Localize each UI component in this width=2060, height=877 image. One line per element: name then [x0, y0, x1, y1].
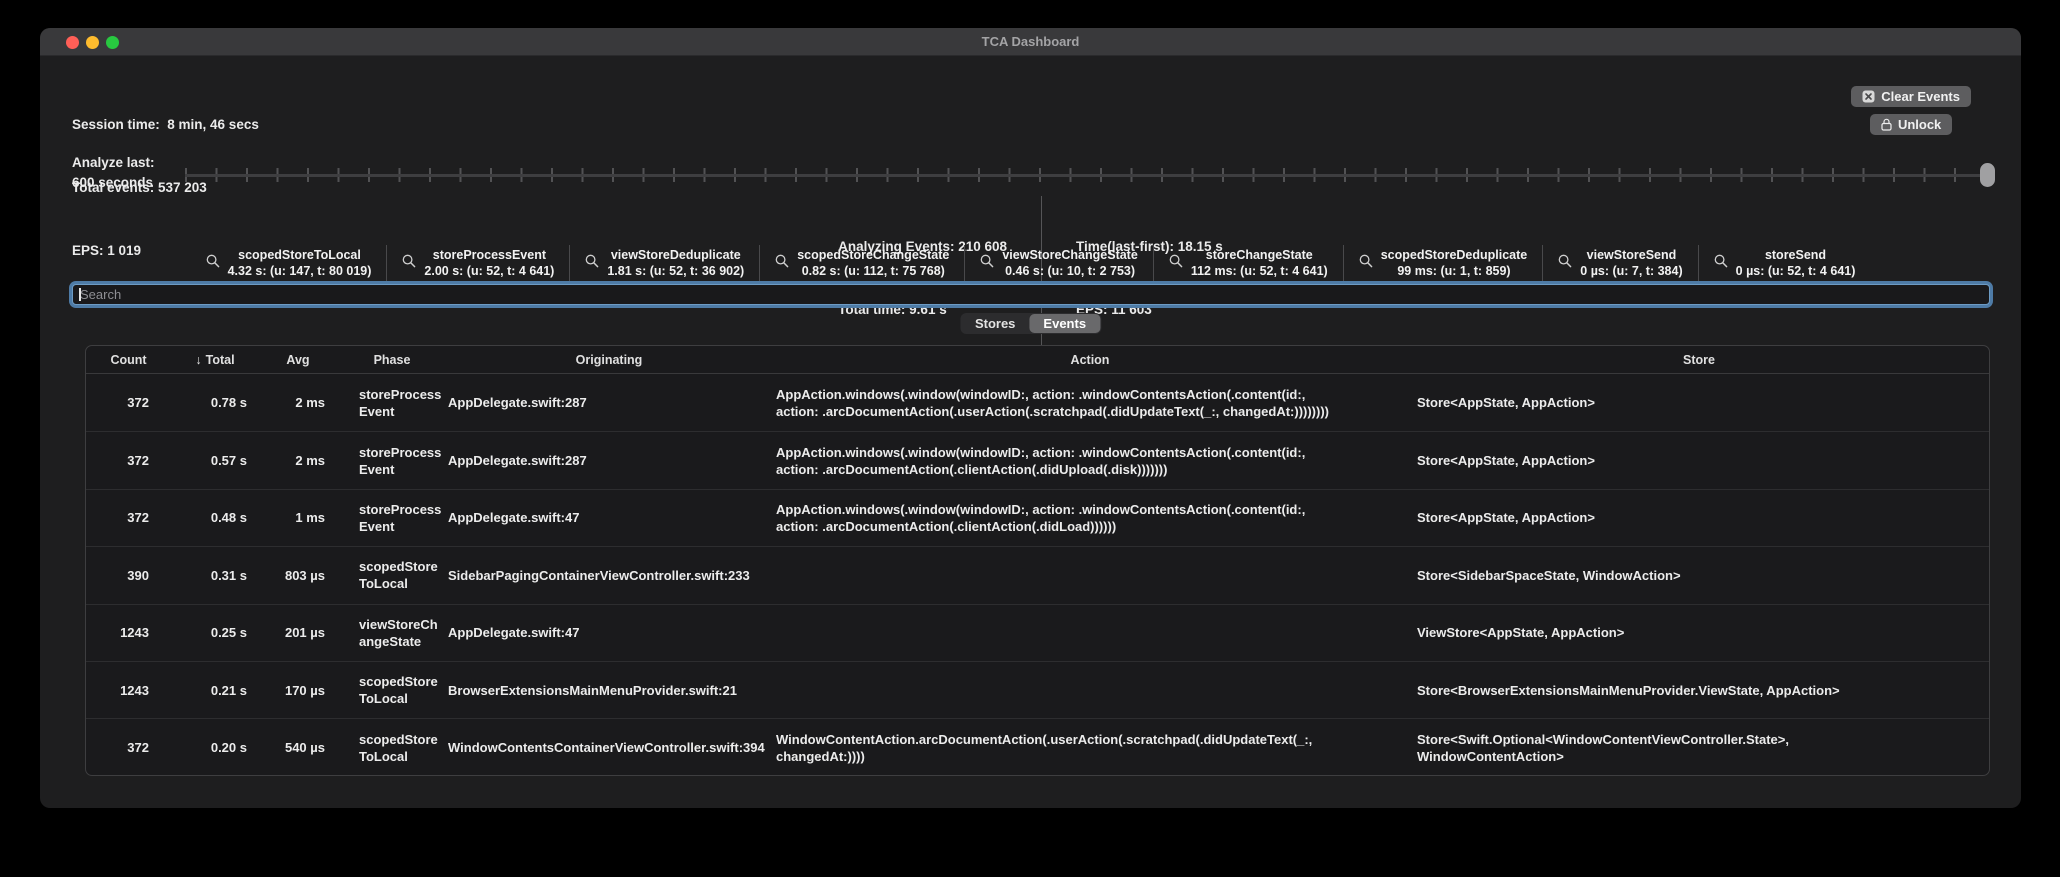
col-originating[interactable]: Originating: [447, 346, 771, 373]
events-table: Count ↓ Total Avg Phase Originating Acti…: [85, 345, 1990, 776]
search-icon: [1169, 254, 1183, 273]
search-icon: [980, 254, 994, 273]
col-action[interactable]: Action: [771, 346, 1409, 373]
table-row[interactable]: 372 0.20 s 540 µs scopedStore ToLocal Wi…: [86, 718, 1989, 775]
col-total[interactable]: ↓ Total: [171, 346, 259, 373]
metric-scopedStoreChangeState[interactable]: scopedStoreChangeState0.82 s: (u: 112, t…: [759, 245, 964, 281]
search-icon: [206, 254, 220, 273]
search-icon: [1359, 254, 1373, 273]
clear-icon: [1862, 90, 1875, 103]
close-button[interactable]: [66, 36, 79, 49]
lock-icon: [1881, 118, 1892, 131]
table-row[interactable]: 390 0.31 s 803 µs scopedStore ToLocal Si…: [86, 546, 1989, 603]
col-count[interactable]: Count: [86, 346, 171, 373]
table-row[interactable]: 1243 0.25 s 201 µs viewStoreCh angeState…: [86, 604, 1989, 661]
table-row[interactable]: 372 0.48 s 1 ms storeProcess Event AppDe…: [86, 489, 1989, 546]
table-header: Count ↓ Total Avg Phase Originating Acti…: [86, 346, 1989, 374]
metric-storeProcessEvent[interactable]: storeProcessEvent2.00 s: (u: 52, t: 4 64…: [386, 245, 569, 281]
search-icon: [775, 254, 789, 273]
table-row[interactable]: 372 0.78 s 2 ms storeProcess Event AppDe…: [86, 374, 1989, 431]
metric-storeChangeState[interactable]: storeChangeState112 ms: (u: 52, t: 4 641…: [1153, 245, 1343, 281]
tab-stores[interactable]: Stores: [961, 314, 1029, 333]
traffic-lights: [66, 36, 119, 49]
search-icon: [402, 254, 416, 273]
tab-events[interactable]: Events: [1029, 314, 1100, 333]
view-segmented-control: Stores Events: [960, 313, 1101, 334]
clear-events-label: Clear Events: [1881, 89, 1960, 104]
metric-viewStoreChangeState[interactable]: viewStoreChangeState0.46 s: (u: 10, t: 2…: [964, 245, 1152, 281]
col-store[interactable]: Store: [1409, 346, 1989, 373]
phase-metrics-row: scopedStoreToLocal4.32 s: (u: 147, t: 80…: [40, 245, 2021, 281]
col-phase[interactable]: Phase: [337, 346, 447, 373]
unlock-label: Unlock: [1898, 117, 1941, 132]
title-bar: TCA Dashboard: [40, 28, 2021, 56]
clear-events-button[interactable]: Clear Events: [1851, 86, 1971, 107]
col-avg[interactable]: Avg: [259, 346, 337, 373]
search-icon: [1558, 254, 1572, 273]
metric-storeSend[interactable]: storeSend0 µs: (u: 52, t: 4 641): [1698, 245, 1871, 281]
sort-down-icon: ↓: [195, 353, 201, 367]
window-title: TCA Dashboard: [982, 34, 1080, 49]
search-field[interactable]: [72, 284, 1990, 305]
metric-scopedStoreDeduplicate[interactable]: scopedStoreDeduplicate99 ms: (u: 1, t: 8…: [1343, 245, 1543, 281]
zoom-button[interactable]: [106, 36, 119, 49]
slider-thumb[interactable]: [1980, 163, 1995, 187]
session-time: Session time: 8 min, 46 secs: [72, 114, 259, 135]
text-caret: [79, 288, 81, 301]
metric-viewStoreDeduplicate[interactable]: viewStoreDeduplicate1.81 s: (u: 52, t: 3…: [569, 245, 759, 281]
metric-scopedStoreToLocal[interactable]: scopedStoreToLocal4.32 s: (u: 147, t: 80…: [191, 245, 387, 281]
unlock-button[interactable]: Unlock: [1870, 114, 1952, 135]
table-row[interactable]: 1243 0.21 s 170 µs scopedStore ToLocal B…: [86, 661, 1989, 718]
top-buttons: Clear Events Unlock: [1851, 86, 1971, 135]
app-window: TCA Dashboard Session time: 8 min, 46 se…: [40, 28, 2021, 808]
minimize-button[interactable]: [86, 36, 99, 49]
table-row[interactable]: 372 0.57 s 2 ms storeProcess Event AppDe…: [86, 431, 1989, 488]
search-icon: [585, 254, 599, 273]
analyze-window-slider[interactable]: [185, 168, 1993, 182]
search-input[interactable]: [73, 285, 1989, 304]
analyze-last-label: Analyze last: 600 seconds: [72, 153, 155, 193]
search-icon: [1714, 254, 1728, 273]
metric-viewStoreSend[interactable]: viewStoreSend0 µs: (u: 7, t: 384): [1542, 245, 1697, 281]
